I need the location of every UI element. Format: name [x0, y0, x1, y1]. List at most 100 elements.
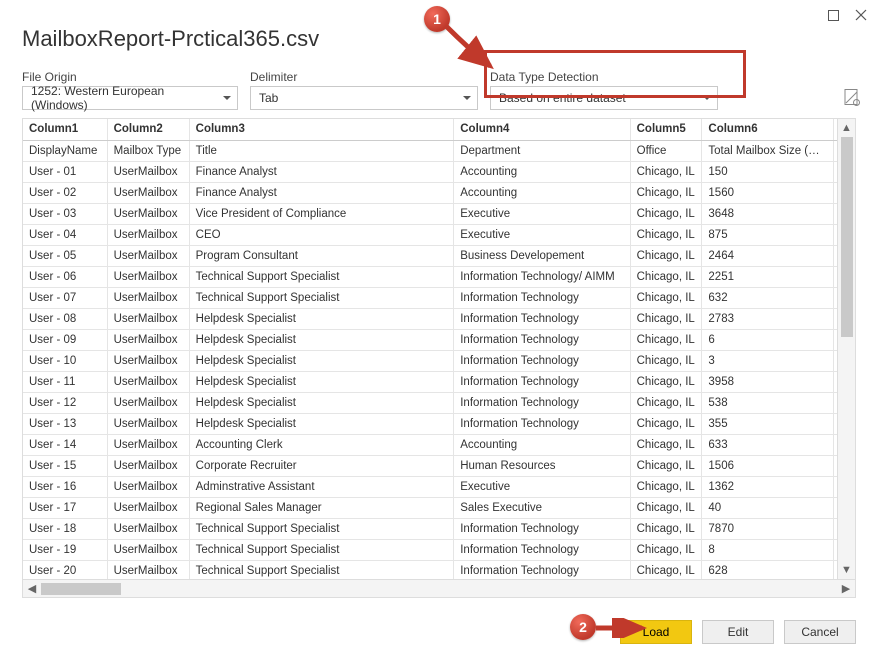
vscroll-track[interactable] — [838, 137, 856, 561]
table-cell: Executive — [454, 203, 630, 224]
table-row[interactable]: User - 08UserMailboxHelpdesk SpecialistI… — [23, 308, 855, 329]
chevron-down-icon — [703, 96, 711, 100]
table-row[interactable]: User - 11UserMailboxHelpdesk SpecialistI… — [23, 371, 855, 392]
table-cell: Chicago, IL — [630, 224, 702, 245]
table-cell: User - 15 — [23, 455, 107, 476]
table-cell: UserMailbox — [107, 560, 189, 579]
table-cell: UserMailbox — [107, 434, 189, 455]
column-header[interactable]: Column3 — [189, 119, 454, 140]
delimiter-dropdown[interactable]: Tab — [250, 86, 478, 110]
table-cell: CEO — [189, 224, 454, 245]
table-cell: UserMailbox — [107, 350, 189, 371]
table-row[interactable]: User - 07UserMailboxTechnical Support Sp… — [23, 287, 855, 308]
table-cell: User - 16 — [23, 476, 107, 497]
table-row[interactable]: User - 12UserMailboxHelpdesk SpecialistI… — [23, 392, 855, 413]
table-cell: UserMailbox — [107, 203, 189, 224]
table-row[interactable]: User - 02UserMailboxFinance AnalystAccou… — [23, 182, 855, 203]
edit-button[interactable]: Edit — [702, 620, 774, 644]
table-cell: User - 20 — [23, 560, 107, 579]
maximize-button[interactable] — [826, 8, 840, 22]
table-row[interactable]: User - 09UserMailboxHelpdesk SpecialistI… — [23, 329, 855, 350]
table-cell: UserMailbox — [107, 245, 189, 266]
table-cell: Chicago, IL — [630, 350, 702, 371]
table-cell: Technical Support Specialist — [189, 287, 454, 308]
table-row[interactable]: User - 20UserMailboxTechnical Support Sp… — [23, 560, 855, 579]
table-cell: Helpdesk Specialist — [189, 371, 454, 392]
table-row[interactable]: User - 01UserMailboxFinance AnalystAccou… — [23, 161, 855, 182]
table-row[interactable]: User - 05UserMailboxProgram ConsultantBu… — [23, 245, 855, 266]
table-body: DisplayNameMailbox TypeTitleDepartmentOf… — [23, 140, 855, 579]
table-cell: UserMailbox — [107, 455, 189, 476]
table-row[interactable]: User - 17UserMailboxRegional Sales Manag… — [23, 497, 855, 518]
column-header[interactable]: Column1 — [23, 119, 107, 140]
table-cell: UserMailbox — [107, 476, 189, 497]
vscroll-thumb[interactable] — [841, 137, 853, 337]
table-cell: Helpdesk Specialist — [189, 392, 454, 413]
hscroll-thumb[interactable] — [41, 583, 121, 595]
table-row[interactable]: DisplayNameMailbox TypeTitleDepartmentOf… — [23, 140, 855, 161]
table-cell: Business Developement — [454, 245, 630, 266]
table-cell: 2464 — [702, 245, 833, 266]
table-cell: Finance Analyst — [189, 161, 454, 182]
table-row[interactable]: User - 15UserMailboxCorporate RecruiterH… — [23, 455, 855, 476]
table-row[interactable]: User - 13UserMailboxHelpdesk SpecialistI… — [23, 413, 855, 434]
table-cell: Chicago, IL — [630, 518, 702, 539]
table-row[interactable]: User - 14UserMailboxAccounting ClerkAcco… — [23, 434, 855, 455]
table-cell: Information Technology — [454, 539, 630, 560]
table-row[interactable]: User - 16UserMailboxAdminstrative Assist… — [23, 476, 855, 497]
table-cell: Department — [454, 140, 630, 161]
table-cell: UserMailbox — [107, 329, 189, 350]
hscroll-track[interactable] — [41, 580, 837, 598]
file-origin-dropdown[interactable]: 1252: Western European (Windows) — [22, 86, 238, 110]
table-cell: Finance Analyst — [189, 182, 454, 203]
file-origin-label: File Origin — [22, 70, 238, 84]
table-row[interactable]: User - 19UserMailboxTechnical Support Sp… — [23, 539, 855, 560]
column-header[interactable]: Column4 — [454, 119, 630, 140]
page-settings-icon[interactable] — [844, 89, 860, 107]
column-header[interactable]: Column6 — [702, 119, 833, 140]
table-cell: UserMailbox — [107, 539, 189, 560]
table-cell: Information Technology — [454, 308, 630, 329]
cancel-button[interactable]: Cancel — [784, 620, 856, 644]
dialog-footer: Load Edit Cancel — [620, 620, 856, 644]
table-cell: Information Technology — [454, 329, 630, 350]
column-header[interactable]: Column2 — [107, 119, 189, 140]
table-cell: User - 18 — [23, 518, 107, 539]
scroll-right-icon[interactable]: ▶ — [837, 580, 855, 598]
table-cell: 2783 — [702, 308, 833, 329]
table-cell: Chicago, IL — [630, 245, 702, 266]
table-cell: 3958 — [702, 371, 833, 392]
table-row[interactable]: User - 10UserMailboxHelpdesk SpecialistI… — [23, 350, 855, 371]
detection-group: Data Type Detection Based on entire data… — [490, 70, 718, 110]
detection-dropdown[interactable]: Based on entire dataset — [490, 86, 718, 110]
scroll-up-icon[interactable]: ▲ — [838, 119, 856, 137]
annotation-badge-2: 2 — [570, 614, 596, 640]
table-row[interactable]: User - 18UserMailboxTechnical Support Sp… — [23, 518, 855, 539]
table-cell: Chicago, IL — [630, 539, 702, 560]
table-cell: Technical Support Specialist — [189, 560, 454, 579]
load-button[interactable]: Load — [620, 620, 692, 644]
table-row[interactable]: User - 06UserMailboxTechnical Support Sp… — [23, 266, 855, 287]
table-cell: 1506 — [702, 455, 833, 476]
table-cell: UserMailbox — [107, 371, 189, 392]
table-cell: Chicago, IL — [630, 287, 702, 308]
table-cell: User - 09 — [23, 329, 107, 350]
table-row[interactable]: User - 03UserMailboxVice President of Co… — [23, 203, 855, 224]
horizontal-scrollbar[interactable]: ◀ ▶ — [23, 579, 855, 597]
chevron-down-icon — [223, 96, 231, 100]
table-cell: Accounting — [454, 182, 630, 203]
table-cell: Total Mailbox Size (Mb) — [702, 140, 833, 161]
table-cell: 150 — [702, 161, 833, 182]
scroll-down-icon[interactable]: ▼ — [838, 561, 856, 579]
column-header[interactable]: Column5 — [630, 119, 702, 140]
table-cell: User - 06 — [23, 266, 107, 287]
table-cell: 632 — [702, 287, 833, 308]
options-row: File Origin 1252: Western European (Wind… — [22, 70, 860, 110]
table-row[interactable]: User - 04UserMailboxCEOExecutiveChicago,… — [23, 224, 855, 245]
table-cell: User - 19 — [23, 539, 107, 560]
window-controls — [826, 8, 868, 22]
close-button[interactable] — [854, 8, 868, 22]
table-cell: Executive — [454, 476, 630, 497]
scroll-left-icon[interactable]: ◀ — [23, 580, 41, 598]
vertical-scrollbar[interactable]: ▲ ▼ — [837, 119, 855, 579]
